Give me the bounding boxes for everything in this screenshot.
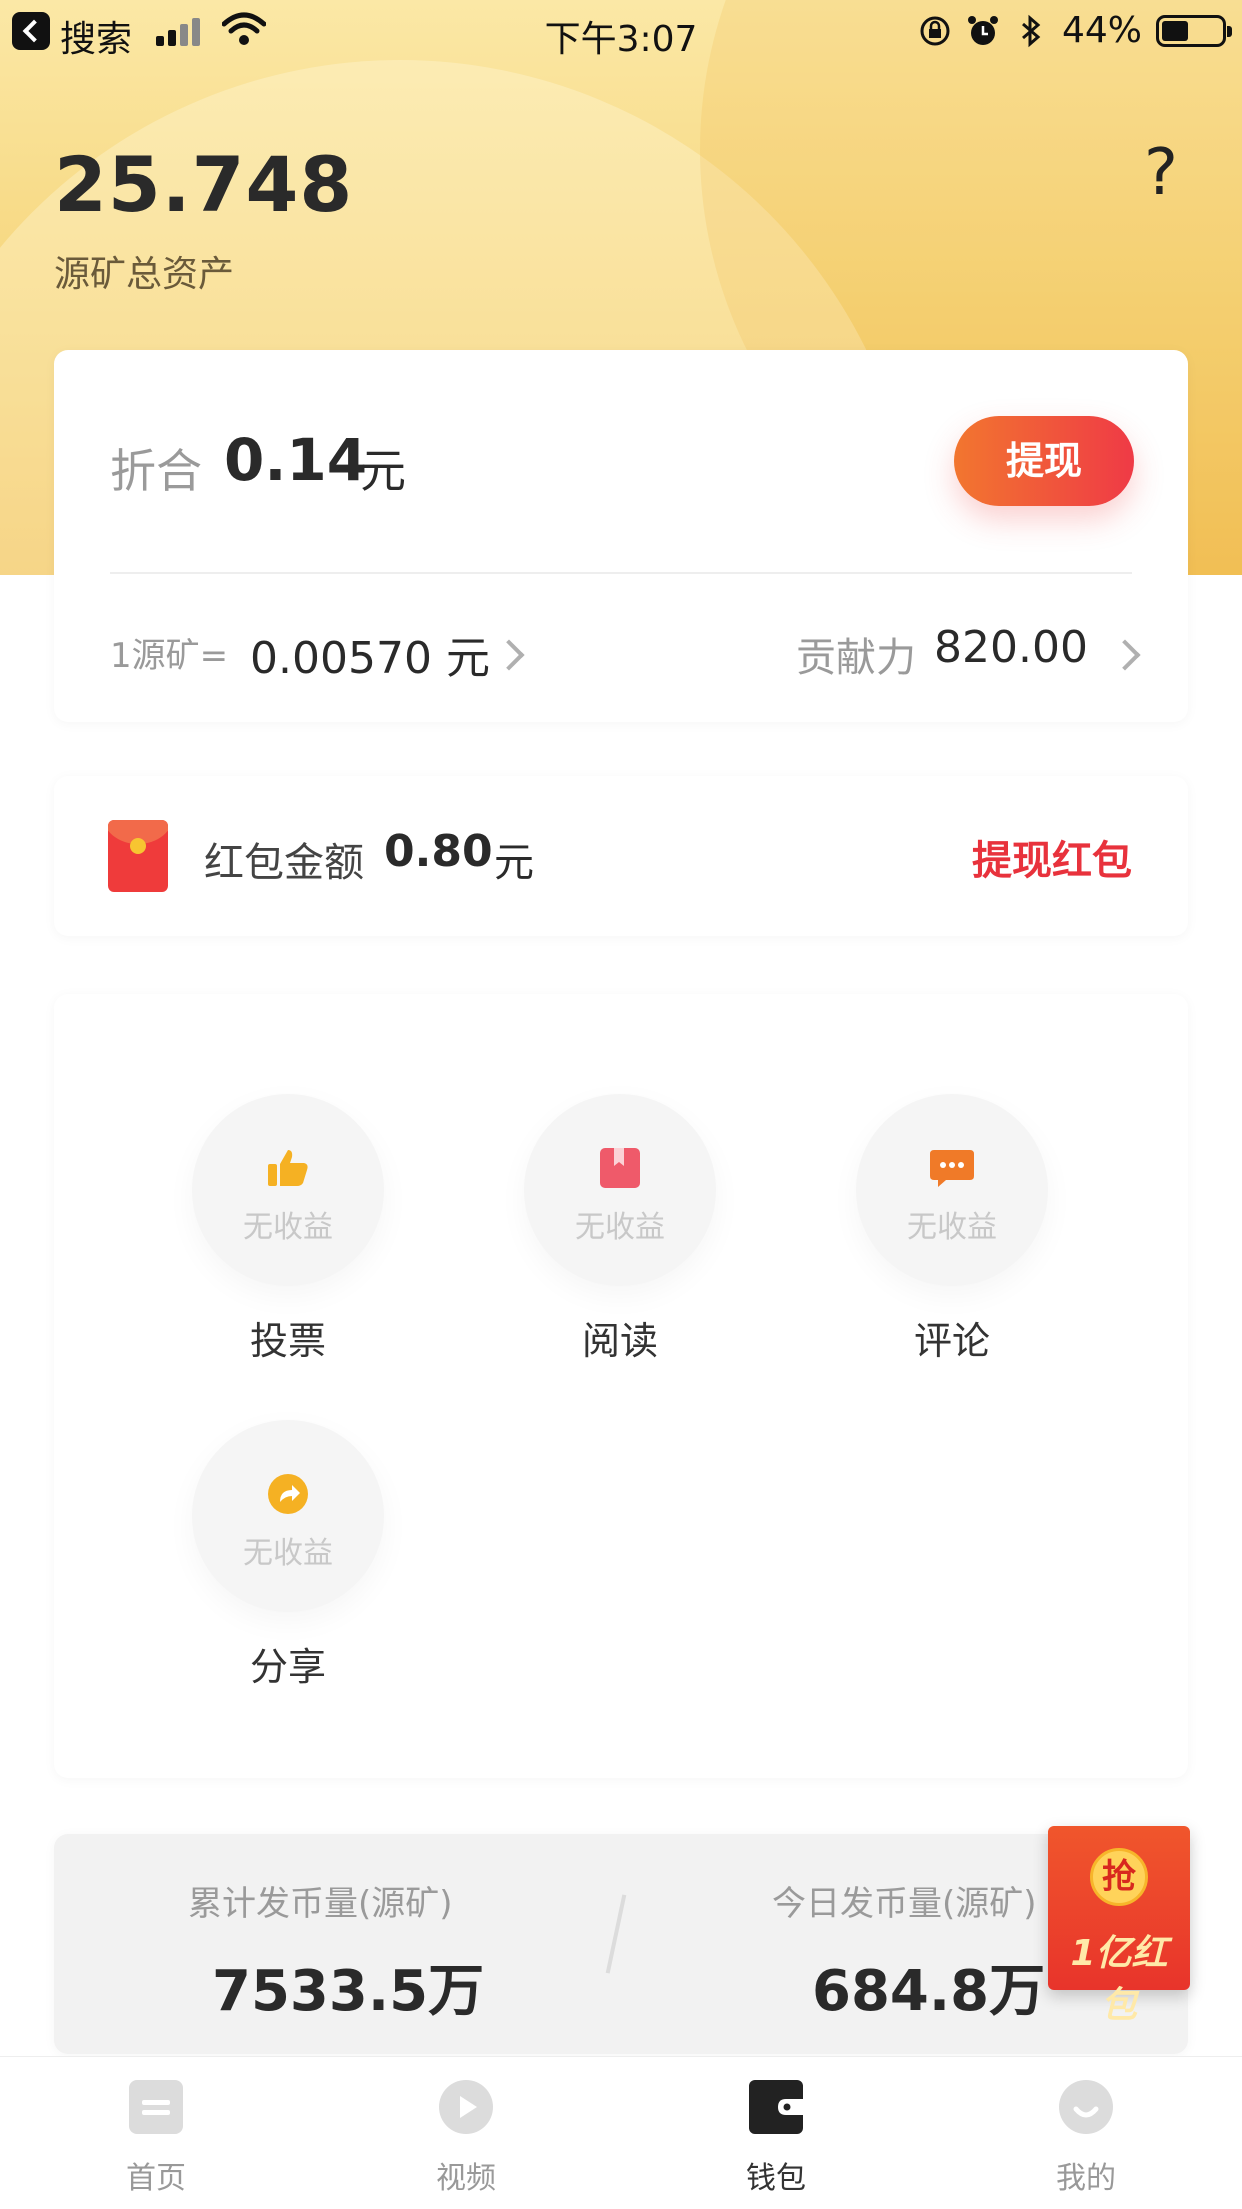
stats-divider <box>605 1894 627 1974</box>
issuance-stats-card: 累计发币量(源矿) 7533.5万 今日发币量(源矿) 684.8万 <box>54 1834 1188 2054</box>
tasks-card: 无收益 投票 无收益 阅读 无收益 评论 无收益 分享 <box>54 994 1188 1778</box>
card-divider <box>110 572 1132 574</box>
battery-percent: 44% <box>1061 10 1142 51</box>
red-packet-card: 红包金额 0.80 元 提现红包 <box>54 776 1188 936</box>
battery-icon <box>1156 14 1232 47</box>
tab-label: 我的 <box>1056 2161 1116 2196</box>
task-name: 阅读 <box>581 1319 658 1363</box>
total-assets-label: 源矿总资产 <box>54 254 235 295</box>
profile-icon <box>1059 2080 1113 2134</box>
tab-label: 首页 <box>126 2161 186 2196</box>
task-vote[interactable]: 无收益 投票 <box>188 1094 388 1365</box>
status-bar: 搜索 下午3:07 44% <box>0 0 1242 64</box>
alarm-icon <box>967 15 998 45</box>
red-packet-promo-badge[interactable]: 抢 1亿红包 <box>1048 1826 1190 2026</box>
task-circle[interactable]: 无收益 <box>524 1094 716 1286</box>
contribution-label: 贡献力 <box>796 635 916 681</box>
bluetooth-icon <box>1022 14 1041 47</box>
red-envelope-icon <box>108 820 168 892</box>
task-share[interactable]: 无收益 分享 <box>188 1420 388 1691</box>
tab-bar: 首页 视频 钱包 我的 <box>0 2056 1242 2209</box>
rotation-lock-icon <box>920 16 950 45</box>
withdraw-red-packet-link[interactable]: 提现红包 <box>972 828 1132 886</box>
cumulative-issuance-label: 累计发币量(源矿) <box>188 1884 453 1924</box>
grab-coin-icon: 抢 <box>1090 1848 1148 1906</box>
total-assets-value: 25.748 <box>54 140 354 229</box>
equivalent-unit: 元 <box>360 444 406 498</box>
thumbs-up-icon <box>268 1150 308 1186</box>
task-circle[interactable]: 无收益 <box>192 1420 384 1612</box>
task-name: 投票 <box>249 1319 326 1363</box>
red-packet-label: 红包金额 <box>204 840 364 886</box>
tab-label: 钱包 <box>746 2161 806 2196</box>
cumulative-issuance-value: 7533.5万 <box>212 1959 485 2024</box>
task-status: 无收益 <box>243 1210 333 1245</box>
task-name: 评论 <box>913 1319 990 1363</box>
red-packet-unit: 元 <box>494 840 534 886</box>
contribution-value[interactable]: 820.00 <box>934 622 1088 673</box>
task-status: 无收益 <box>575 1210 665 1245</box>
withdraw-button[interactable]: 提现 <box>954 416 1134 506</box>
today-issuance-label: 今日发币量(源矿) <box>772 1884 1037 1924</box>
wallet-icon <box>749 2080 803 2134</box>
comment-icon <box>930 1150 974 1187</box>
assets-card: 折合 0.14 元 提现 1源矿= 0.00570 元 贡献力 820.00 <box>54 350 1188 722</box>
tab-label: 视频 <box>436 2161 496 2196</box>
equivalent-label: 折合 <box>110 444 202 498</box>
task-read[interactable]: 无收益 阅读 <box>520 1094 720 1365</box>
task-comment[interactable]: 无收益 评论 <box>852 1094 1052 1365</box>
red-packet-value: 0.80 <box>384 826 493 877</box>
rate-label: 1源矿= <box>110 636 229 676</box>
tab-profile[interactable]: 我的 <box>1016 2079 1156 2197</box>
today-issuance-value: 684.8万 <box>812 1959 1046 2024</box>
task-status: 无收益 <box>243 1536 333 1571</box>
tab-home[interactable]: 首页 <box>86 2079 226 2197</box>
task-status: 无收益 <box>907 1210 997 1245</box>
home-icon <box>129 2080 183 2134</box>
book-icon <box>600 1148 640 1188</box>
task-name: 分享 <box>249 1645 326 1689</box>
promo-text: 1亿红包 <box>1070 1933 1168 2026</box>
play-icon <box>439 2080 493 2134</box>
contribution-chevron-icon[interactable] <box>1109 639 1141 671</box>
help-icon[interactable]: ? <box>1130 138 1192 208</box>
tab-video[interactable]: 视频 <box>396 2079 536 2197</box>
share-icon <box>268 1474 308 1514</box>
tab-wallet[interactable]: 钱包 <box>706 2079 846 2197</box>
rate-value[interactable]: 0.00570 元 <box>250 622 490 686</box>
task-circle[interactable]: 无收益 <box>856 1094 1048 1286</box>
task-circle[interactable]: 无收益 <box>192 1094 384 1286</box>
equivalent-value: 0.14 <box>224 426 368 494</box>
rate-chevron-icon[interactable] <box>493 639 525 671</box>
